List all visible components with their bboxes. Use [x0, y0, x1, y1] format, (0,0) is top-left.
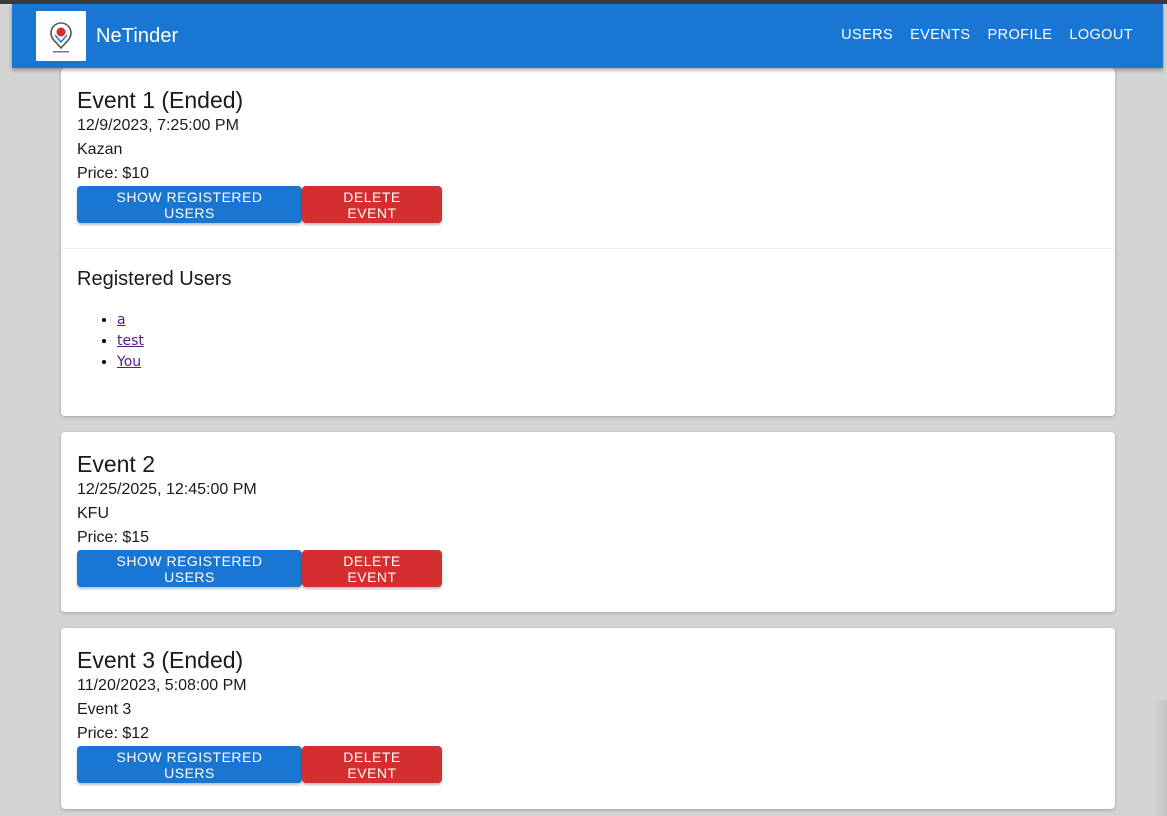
show-registered-users-button[interactable]: SHOW REGISTERED USERS	[77, 186, 302, 223]
registered-users-list: a test You	[77, 310, 144, 373]
delete-event-button[interactable]: DELETE EVENT	[302, 746, 442, 783]
list-item: You	[117, 352, 144, 373]
card-divider	[61, 248, 1115, 249]
top-nav: USERS EVENTS PROFILE LOGOUT	[841, 25, 1133, 45]
event-price: Price: $12	[77, 725, 150, 742]
event-title: Event 1 (Ended)	[77, 87, 244, 113]
event-card-2: Event 2 12/25/2025, 12:45:00 PM KFU Pric…	[61, 432, 1115, 612]
event-location: KFU	[77, 505, 109, 522]
event-datetime: 12/25/2025, 12:45:00 PM	[77, 481, 257, 498]
event-price: Price: $10	[77, 165, 150, 182]
show-registered-users-button[interactable]: SHOW REGISTERED USERS	[77, 550, 302, 587]
event-card-1: Event 1 (Ended) 12/9/2023, 7:25:00 PM Ka…	[61, 68, 1115, 416]
event-actions: SHOW REGISTERED USERS DELETE EVENT	[77, 746, 1099, 783]
user-link[interactable]: a	[117, 312, 126, 328]
event-location: Event 3	[77, 701, 132, 718]
event-datetime: 12/9/2023, 7:25:00 PM	[77, 117, 239, 134]
event-title: Event 2	[77, 451, 155, 477]
list-item: a	[117, 310, 144, 331]
user-link[interactable]: test	[117, 333, 144, 349]
event-actions: SHOW REGISTERED USERS DELETE EVENT	[77, 550, 1099, 587]
user-link[interactable]: You	[117, 354, 141, 370]
event-title: Event 3 (Ended)	[77, 647, 244, 673]
nav-users[interactable]: USERS	[841, 25, 893, 45]
event-datetime: 11/20/2023, 5:08:00 PM	[77, 677, 247, 694]
event-price: Price: $15	[77, 529, 150, 546]
nav-logout[interactable]: LOGOUT	[1069, 25, 1133, 45]
window-edge-shadow	[1152, 700, 1167, 816]
show-registered-users-button[interactable]: SHOW REGISTERED USERS	[77, 746, 302, 783]
delete-event-button[interactable]: DELETE EVENT	[302, 550, 442, 587]
delete-event-button[interactable]: DELETE EVENT	[302, 186, 442, 223]
event-location: Kazan	[77, 141, 123, 158]
nav-events[interactable]: EVENTS	[910, 25, 970, 45]
registered-users-title: Registered Users	[77, 268, 232, 290]
nav-profile[interactable]: PROFILE	[988, 25, 1053, 45]
app-bar: NeTinder USERS EVENTS PROFILE LOGOUT	[12, 4, 1163, 68]
event-card-3: Event 3 (Ended) 11/20/2023, 5:08:00 PM E…	[61, 628, 1115, 809]
netinder-logo-icon[interactable]	[36, 11, 86, 61]
event-actions: SHOW REGISTERED USERS DELETE EVENT	[77, 186, 1099, 223]
app-title[interactable]: NeTinder	[96, 23, 178, 49]
list-item: test	[117, 331, 144, 352]
